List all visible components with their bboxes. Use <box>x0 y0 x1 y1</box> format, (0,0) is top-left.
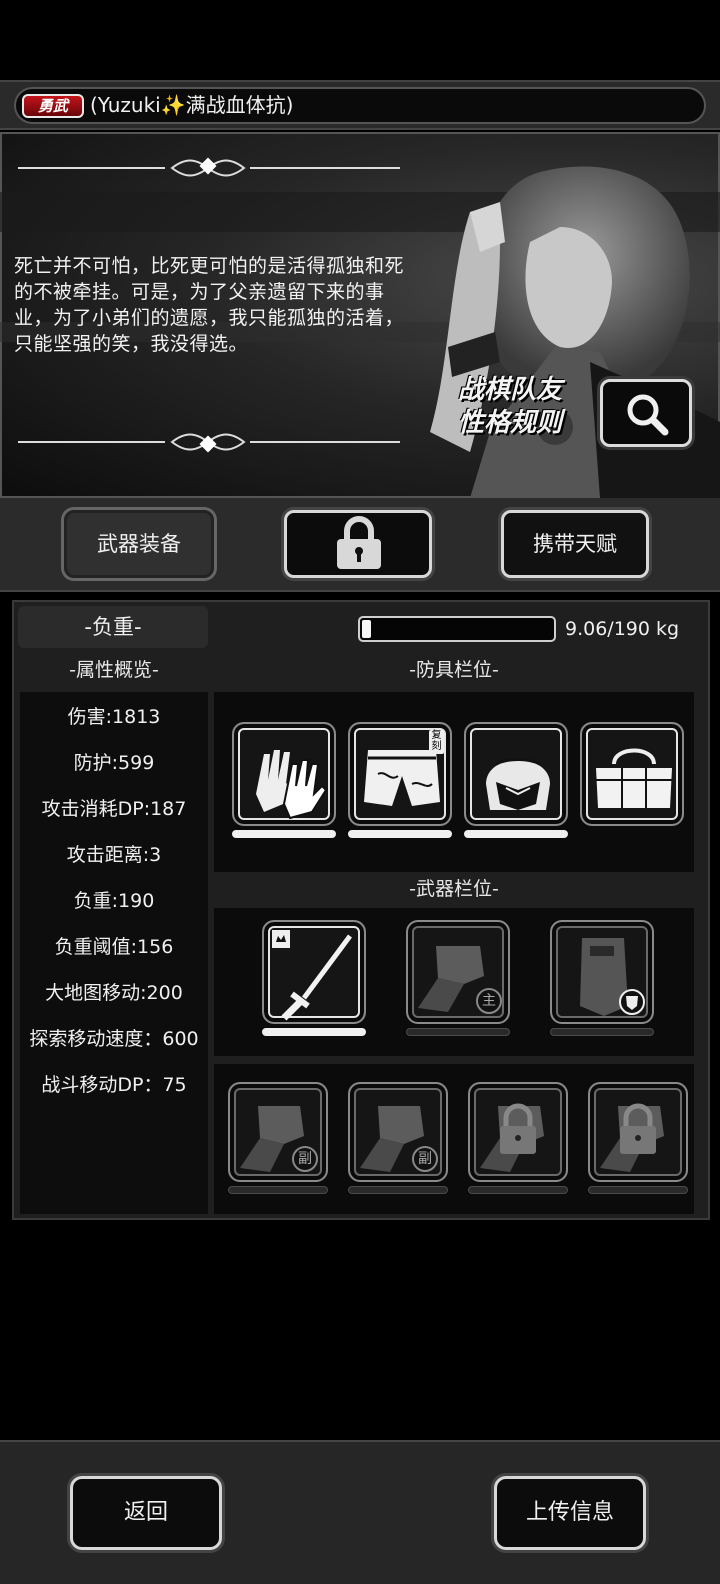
armor-slot-bag[interactable] <box>580 722 684 826</box>
armor-slot-shorts[interactable]: 复刻 <box>348 722 452 826</box>
weapon-durability-2 <box>406 1028 510 1036</box>
chess-teammate-rules-button[interactable]: 战棋队友 性格规则 <box>440 374 580 440</box>
armor-slot-gloves[interactable] <box>232 722 336 826</box>
sub-slot-1[interactable]: 副 <box>228 1082 328 1182</box>
katana-icon <box>272 930 353 1021</box>
weapon-slot-katana[interactable] <box>262 920 366 1024</box>
character-badge: 勇武 <box>22 94 84 118</box>
armor-title: -防具栏位- <box>409 659 499 681</box>
sub-durability-4 <box>588 1186 688 1194</box>
sub-badge-2: 副 <box>412 1146 438 1172</box>
stat-attack-dp: 攻击消耗DP:187 <box>41 798 187 820</box>
weapon-durability-1 <box>262 1028 366 1036</box>
armor-slot-helmet[interactable] <box>464 722 568 826</box>
stat-map-move: 大地图移动:200 <box>45 982 183 1004</box>
stat-battle-move-dp: 战斗移动DP：75 <box>41 1074 187 1096</box>
fist-icon <box>360 1106 424 1172</box>
tab-locked[interactable] <box>284 510 432 578</box>
magnifier-icon <box>627 394 669 436</box>
sub-slot-3-locked[interactable] <box>468 1082 568 1182</box>
weight-value: 9.06/190 kg <box>565 618 680 640</box>
armor-durability-2 <box>348 830 452 838</box>
stats-title: -属性概览- <box>69 659 159 681</box>
search-button[interactable] <box>600 379 692 447</box>
character-quote: 死亡并不可怕，比死更可怕的是活得孤独和死的不被牵挂。可是，为了父亲遗留下来的事业… <box>14 255 405 355</box>
lock-icon <box>337 516 381 569</box>
weight-bar-fill <box>362 620 371 638</box>
stat-explore-speed: 探索移动速度：600 <box>29 1028 199 1050</box>
sub-durability-1 <box>228 1186 328 1194</box>
main-badge: 主 <box>476 988 502 1014</box>
weight-label: -负重- <box>18 606 208 648</box>
armor-durability-3 <box>464 830 568 838</box>
rules-line-1: 战棋队友 <box>457 375 562 405</box>
sub-durability-2 <box>348 1186 448 1194</box>
sub-durability-3 <box>468 1186 568 1194</box>
weapon-durability-3 <box>550 1028 654 1036</box>
stat-damage: 伤害:1813 <box>67 706 161 728</box>
fist-lock-icon <box>600 1103 664 1172</box>
sub-slot-4-locked[interactable] <box>588 1082 688 1182</box>
sub-slot-2[interactable]: 副 <box>348 1082 448 1182</box>
tab-carried-talents[interactable]: 携带天赋 <box>501 510 649 578</box>
fist-lock-icon <box>480 1103 544 1172</box>
back-button[interactable]: 返回 <box>70 1476 222 1550</box>
tab-weapon-equipment[interactable]: 武器装备 <box>64 510 214 578</box>
stat-attack-range: 攻击距离:3 <box>66 844 162 866</box>
stat-load: 负重:190 <box>73 890 155 912</box>
stat-load-threshold: 负重阈值:156 <box>54 936 174 958</box>
upload-info-button[interactable]: 上传信息 <box>494 1476 646 1550</box>
gloves-icon <box>256 750 328 820</box>
riot-shield-icon <box>580 938 645 1016</box>
armor-durability-1 <box>232 830 336 838</box>
weapon-slot-main-fist[interactable]: 主 <box>406 920 510 1024</box>
helmet-icon <box>486 758 550 810</box>
weight-bar <box>358 616 556 642</box>
rules-line-2: 性格规则 <box>457 408 562 438</box>
duffel-bag-icon <box>596 748 672 808</box>
reprint-stamp: 复刻 <box>429 730 444 754</box>
stat-protection: 防护:599 <box>73 752 155 774</box>
sub-badge-1: 副 <box>292 1146 318 1172</box>
character-name: (Yuzuki✨满战血体抗) <box>90 93 294 117</box>
weapon-slot-shield[interactable] <box>550 920 654 1024</box>
fist-icon <box>240 1106 304 1172</box>
weapons-title: -武器栏位- <box>409 878 499 900</box>
